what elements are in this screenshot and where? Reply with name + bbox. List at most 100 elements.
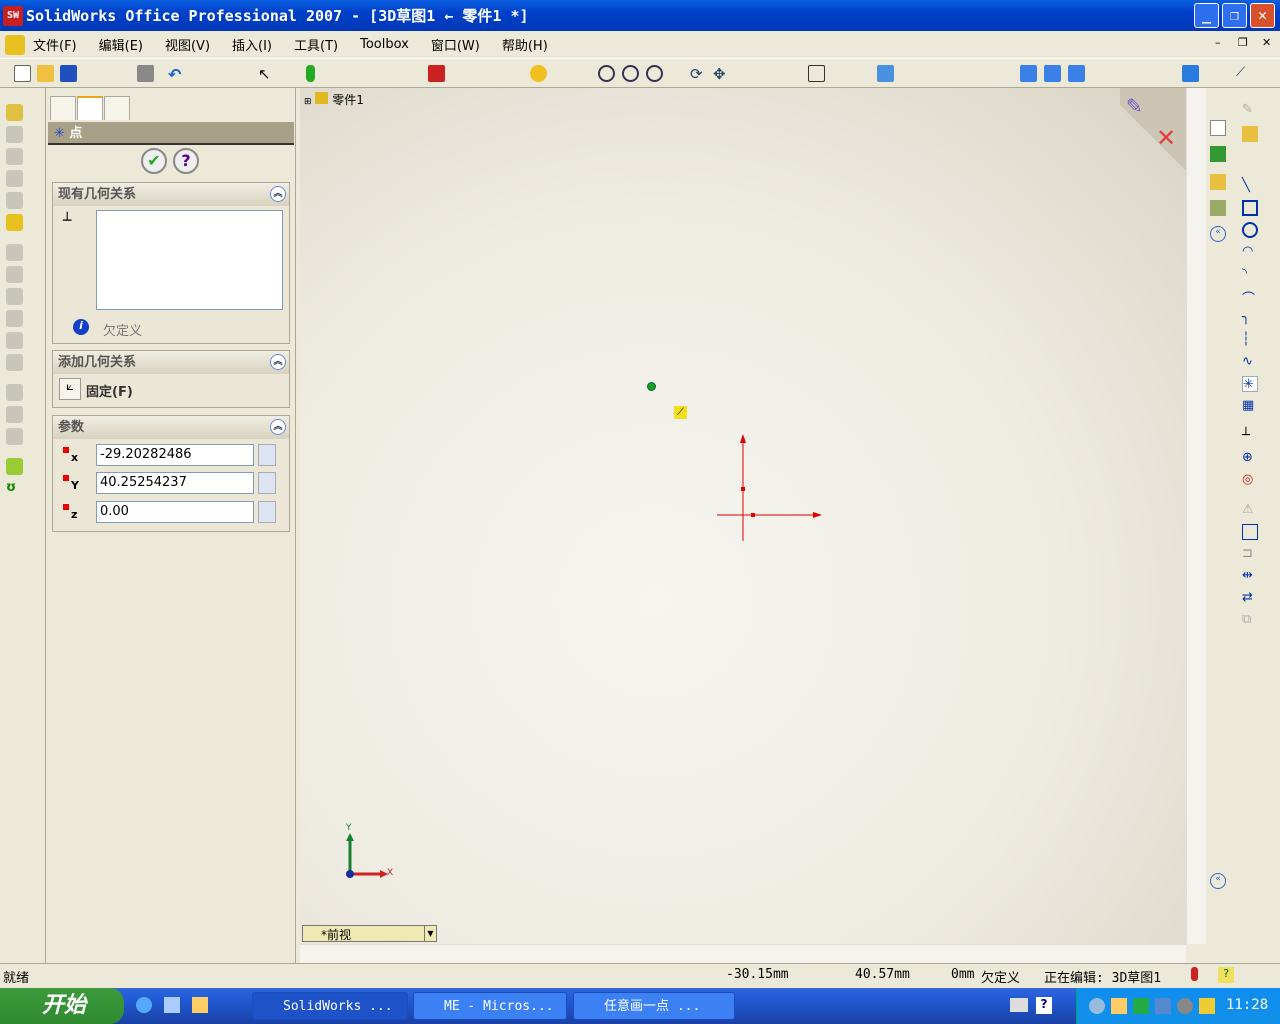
ime-help-icon[interactable]: ? <box>1036 997 1052 1014</box>
y-coordinate-input[interactable]: 40.25254237 <box>96 472 254 494</box>
tab-configuration[interactable] <box>104 96 130 120</box>
point-tool-icon[interactable]: ✳ <box>1242 376 1258 392</box>
y-spinner[interactable] <box>258 472 276 494</box>
circular-pattern-icon[interactable] <box>6 406 23 423</box>
reference-geometry-icon[interactable] <box>6 458 23 475</box>
z-coordinate-input[interactable]: 0.00 <box>96 501 254 523</box>
hole-icon[interactable] <box>6 354 23 371</box>
revolve-icon[interactable] <box>6 126 23 143</box>
view-front-icon[interactable] <box>1020 65 1037 82</box>
mirror-icon[interactable] <box>6 428 23 445</box>
quicklaunch-icon[interactable] <box>192 997 208 1013</box>
collapse-icon[interactable]: ︽ <box>270 419 286 435</box>
spline-icon[interactable]: ∿ <box>1242 354 1258 370</box>
tray-icon-1[interactable] <box>1089 998 1105 1014</box>
view-iso-icon[interactable] <box>1182 65 1199 82</box>
extrude-icon[interactable] <box>6 104 23 121</box>
menu-help[interactable]: 帮助(H) <box>502 35 548 54</box>
fix-icon[interactable]: ⟀ <box>59 378 81 400</box>
quick-tips-icon[interactable]: ? <box>1218 967 1234 983</box>
circle-icon[interactable] <box>1242 222 1258 238</box>
relations-list[interactable] <box>96 210 283 310</box>
loft-icon[interactable] <box>6 170 23 187</box>
help-icon[interactable] <box>530 65 547 82</box>
tray-app-icon[interactable] <box>1199 998 1215 1014</box>
collapse-icon[interactable]: ︽ <box>270 354 286 370</box>
new-icon[interactable] <box>14 65 31 82</box>
task-solidworks[interactable]: SolidWorks ... <box>252 992 408 1020</box>
tray-sync-icon[interactable] <box>1133 998 1149 1014</box>
feature-tree-root[interactable]: ⊞ 零件1 <box>304 91 364 108</box>
rotate-icon[interactable]: ⟳ <box>690 65 707 83</box>
doc-minimize-button[interactable]: – <box>1215 36 1221 49</box>
explorer-icon[interactable] <box>1210 174 1226 190</box>
smart-dimension-icon[interactable] <box>1242 126 1258 142</box>
centerline-icon[interactable]: ┆ <box>1242 332 1258 348</box>
zoom-fit-icon[interactable] <box>598 65 615 82</box>
sweep-icon[interactable] <box>6 148 23 165</box>
expand-bottom-icon[interactable]: « <box>1210 873 1226 889</box>
z-spinner[interactable] <box>258 501 276 523</box>
close-button[interactable]: ✕ <box>1250 3 1275 28</box>
help-button[interactable]: ? <box>173 148 199 174</box>
volume-icon[interactable] <box>1177 998 1193 1014</box>
cut-icon[interactable] <box>6 192 23 209</box>
horizontal-scrollbar[interactable] <box>300 944 1186 963</box>
rib-icon[interactable] <box>6 288 23 305</box>
ok-button[interactable]: ✔ <box>141 148 167 174</box>
undo-icon[interactable]: ↶ <box>168 65 185 84</box>
mirror-sketch-icon[interactable]: ⇹ <box>1242 568 1258 584</box>
vertical-scrollbar[interactable] <box>1186 88 1206 944</box>
tray-clock-icon[interactable] <box>1111 998 1127 1014</box>
menu-file[interactable]: 文件(F) <box>33 35 77 54</box>
maximize-button[interactable]: ❐ <box>1222 3 1247 28</box>
expand-icon[interactable]: « <box>1210 226 1226 242</box>
shell-icon[interactable] <box>6 310 23 327</box>
sw-resources-icon[interactable] <box>428 65 445 82</box>
save-icon[interactable] <box>60 65 77 82</box>
keyboard-icon[interactable] <box>1010 998 1028 1012</box>
view-orientation-dropdown[interactable]: *前视 ▼ <box>302 925 437 942</box>
arc-icon[interactable]: ◠ <box>1242 244 1258 260</box>
menu-window[interactable]: 窗口(W) <box>431 35 480 54</box>
menu-toolbox[interactable]: Toolbox <box>360 37 409 52</box>
menu-tools[interactable]: 工具(T) <box>294 35 338 54</box>
palette-icon[interactable] <box>1210 200 1226 216</box>
view-back-icon[interactable] <box>1044 65 1061 82</box>
doc-restore-button[interactable]: ❐ <box>1238 36 1248 49</box>
menu-insert[interactable]: 插入(I) <box>232 35 272 54</box>
display-relations-icon[interactable]: ⊕ <box>1242 450 1258 466</box>
traffic-light-icon[interactable] <box>306 65 315 82</box>
tab-property-manager[interactable] <box>77 96 103 120</box>
fillet-icon[interactable] <box>6 244 23 261</box>
trim-icon[interactable]: ⇄ <box>1242 590 1258 606</box>
ie-icon[interactable] <box>136 997 152 1013</box>
start-button[interactable]: 开始 <box>0 988 124 1024</box>
rebuild-icon[interactable] <box>1191 967 1198 981</box>
sketch-point[interactable] <box>647 382 656 391</box>
tangent-arc-icon[interactable]: ◝ <box>1242 266 1258 282</box>
task-word[interactable]: ME - Micros... <box>413 992 567 1020</box>
three-point-arc-icon[interactable]: ⌒ <box>1242 288 1258 307</box>
library-icon[interactable] <box>1210 146 1226 162</box>
linear-pattern-icon[interactable] <box>6 384 23 401</box>
tab-feature-tree[interactable] <box>50 96 76 120</box>
exit-sketch-icon[interactable]: ✎ <box>1126 94 1143 118</box>
graphics-area[interactable]: ⊞ 零件1 ✎ ✕ ⟋ Y X *前视 ▼ <box>300 88 1186 944</box>
open-icon[interactable] <box>37 65 54 82</box>
add-relation-icon[interactable]: ┴ <box>1242 428 1258 444</box>
draft-icon[interactable] <box>6 332 23 349</box>
network-icon[interactable] <box>1155 998 1171 1014</box>
fillet-sketch-icon[interactable]: ╮ <box>1242 310 1258 326</box>
bell-icon[interactable] <box>6 214 23 231</box>
pan-icon[interactable]: ✥ <box>713 65 730 83</box>
convert-entities-icon[interactable] <box>1242 524 1258 540</box>
solidworks-menu-icon[interactable] <box>5 35 25 55</box>
task-window[interactable]: 任意画一点 ... <box>573 992 735 1020</box>
warning-icon[interactable]: ⚠ <box>1242 502 1258 518</box>
snap-icon[interactable]: ◎ <box>1242 472 1258 488</box>
rectangle-icon[interactable] <box>1242 200 1258 216</box>
view-left-icon[interactable] <box>1068 65 1085 82</box>
fix-relation-button[interactable]: 固定(F) <box>86 381 133 400</box>
select-icon[interactable]: ↖ <box>258 65 275 83</box>
